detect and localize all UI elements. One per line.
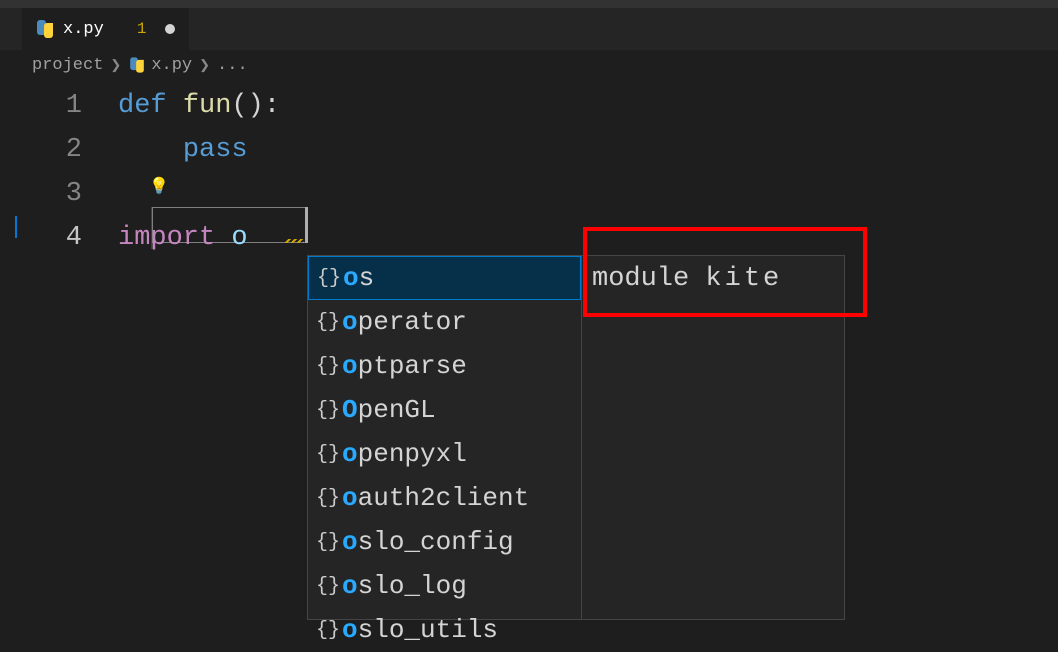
- gutter-decoration: [15, 216, 17, 238]
- code-line[interactable]: 4import o: [0, 216, 1058, 260]
- autocomplete-list[interactable]: {}os{}operator{}optparse{}OpenGL{}openpy…: [308, 256, 581, 619]
- line-number: 1: [0, 91, 118, 121]
- module-icon: {}: [316, 399, 336, 422]
- line-number: 3: [0, 179, 118, 209]
- autocomplete-label: os: [343, 263, 374, 293]
- tab-filename: x.py: [63, 20, 104, 39]
- module-icon: {}: [316, 619, 336, 642]
- module-icon: {}: [316, 531, 336, 554]
- autocomplete-label: OpenGL: [342, 395, 436, 425]
- chevron-right-icon: ❯: [110, 58, 121, 73]
- autocomplete-label: operator: [342, 307, 467, 337]
- autocomplete-item[interactable]: {} oslo_utils: [308, 608, 581, 652]
- module-icon: {}: [317, 267, 337, 290]
- autocomplete-item[interactable]: {} optparse: [308, 344, 581, 388]
- autocomplete-detail: module kite: [581, 256, 844, 619]
- detail-label: module: [592, 264, 689, 294]
- code-line[interactable]: 1def fun():: [0, 84, 1058, 128]
- lightbulb-icon[interactable]: 💡: [149, 176, 169, 196]
- detail-source: kite: [705, 264, 782, 294]
- autocomplete-item[interactable]: {} oslo_config: [308, 520, 581, 564]
- breadcrumb-root[interactable]: project: [32, 56, 103, 75]
- titlebar-stub: [0, 0, 1058, 8]
- code-content[interactable]: def fun():: [118, 91, 280, 121]
- code-content[interactable]: pass: [118, 135, 248, 165]
- line-number: 4: [0, 223, 118, 253]
- tab-problem-badge: 1: [137, 20, 147, 38]
- tab-bar: x.py 1: [0, 8, 1058, 50]
- autocomplete-label: oauth2client: [342, 483, 529, 513]
- module-icon: {}: [316, 575, 336, 598]
- autocomplete-popup[interactable]: {}os{}operator{}optparse{}OpenGL{}openpy…: [307, 255, 845, 620]
- autocomplete-item[interactable]: {} oslo_log: [308, 564, 581, 608]
- autocomplete-label: oslo_utils: [342, 615, 498, 645]
- autocomplete-item[interactable]: {} openpyxl: [308, 432, 581, 476]
- code-line[interactable]: 2 pass: [0, 128, 1058, 172]
- autocomplete-label: openpyxl: [342, 439, 467, 469]
- tab-xpy[interactable]: x.py 1: [22, 8, 189, 50]
- tab-modified-dot: [165, 24, 175, 34]
- code-editor[interactable]: 💡 1def fun():2 pass34import o: [0, 80, 1058, 260]
- module-icon: {}: [316, 443, 336, 466]
- autocomplete-item[interactable]: {} OpenGL: [308, 388, 581, 432]
- autocomplete-item[interactable]: {} oauth2client: [308, 476, 581, 520]
- python-icon: [36, 20, 54, 38]
- autocomplete-label: optparse: [342, 351, 467, 381]
- module-icon: {}: [316, 487, 336, 510]
- chevron-right-icon: ❯: [199, 58, 210, 73]
- code-content[interactable]: import o: [118, 223, 248, 253]
- breadcrumb[interactable]: project ❯ x.py ❯ ...: [0, 50, 1058, 80]
- module-icon: {}: [316, 311, 336, 334]
- autocomplete-label: oslo_config: [342, 527, 514, 557]
- python-icon: [130, 57, 145, 72]
- warning-squiggle: [285, 239, 304, 243]
- text-cursor: [305, 207, 308, 243]
- autocomplete-label: oslo_log: [342, 571, 467, 601]
- breadcrumb-symbol[interactable]: ...: [217, 56, 248, 75]
- line-number: 2: [0, 135, 118, 165]
- module-icon: {}: [316, 355, 336, 378]
- breadcrumb-file[interactable]: x.py: [128, 56, 192, 75]
- autocomplete-item[interactable]: {} os: [308, 256, 581, 300]
- autocomplete-item[interactable]: {} operator: [308, 300, 581, 344]
